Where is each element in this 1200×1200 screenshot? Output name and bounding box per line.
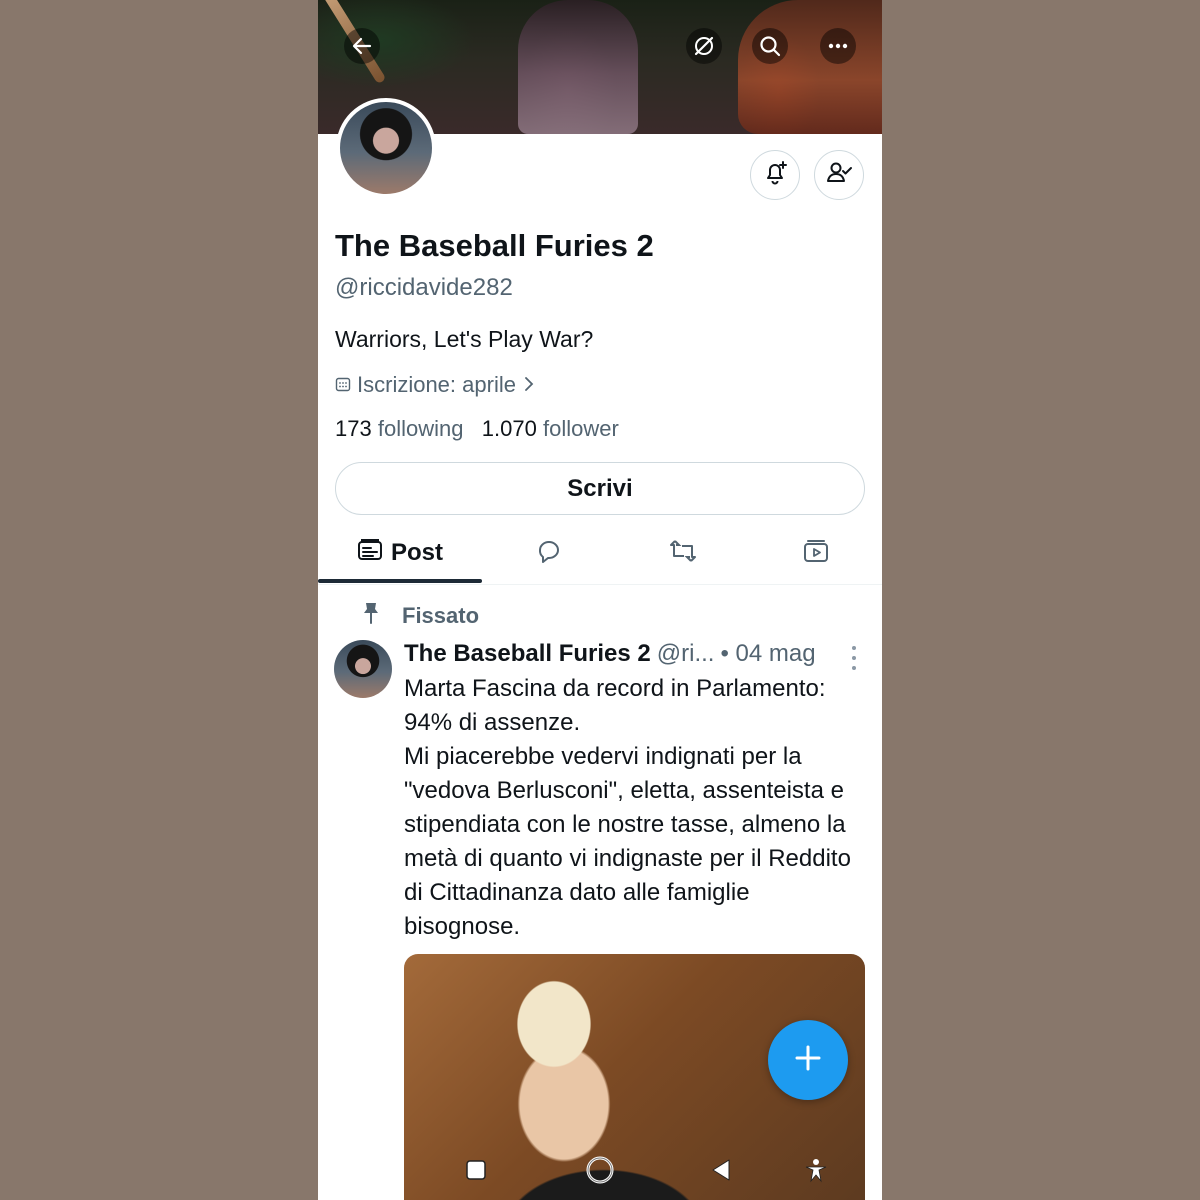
tab-reposts[interactable]: [616, 522, 750, 584]
tab-media[interactable]: [750, 522, 882, 584]
chevron-right-icon: [522, 372, 536, 398]
profile-tabs: Post: [318, 522, 882, 585]
media-icon: [802, 537, 830, 570]
followers-count: 1.070: [481, 416, 537, 441]
tweet-handle[interactable]: @ri...: [657, 640, 715, 668]
accessibility-icon[interactable]: [798, 1152, 834, 1188]
tweet-text: Marta Fascina da record in Parlamento: 9…: [404, 675, 851, 940]
reply-icon: [535, 537, 563, 570]
banner-figure: [738, 0, 882, 134]
tweet-avatar[interactable]: [334, 640, 392, 698]
following-count: 173: [335, 416, 372, 441]
followers-link[interactable]: 1.070 follower: [482, 416, 619, 441]
notifications-button[interactable]: [750, 150, 800, 200]
user-check-icon: [825, 159, 853, 192]
profile-joined[interactable]: Iscrizione: aprile: [335, 372, 536, 398]
following-button[interactable]: [814, 150, 864, 200]
bell-plus-icon: [761, 159, 789, 192]
pin-icon: [362, 602, 380, 630]
profile-bio: Warriors, Let's Play War?: [335, 326, 594, 352]
tab-post[interactable]: Post: [318, 522, 482, 584]
more-icon[interactable]: [820, 28, 856, 64]
plus-icon: [793, 1043, 823, 1078]
recent-apps-icon[interactable]: [458, 1152, 494, 1188]
tab-post-label: Post: [390, 539, 443, 566]
followers-label: follower: [542, 416, 619, 441]
following-label: following: [377, 416, 464, 441]
compose-button[interactable]: [768, 1020, 848, 1100]
tweet-author[interactable]: The Baseball Furies 2: [404, 640, 651, 668]
search-icon[interactable]: [752, 28, 788, 64]
tweet-header: The Baseball Furies 2 @ri... • 04 mag: [404, 640, 816, 668]
retweet-icon: [668, 537, 698, 570]
post-icon: [357, 537, 383, 570]
back-icon[interactable]: [704, 1152, 740, 1188]
system-navigation-bar: [318, 1140, 882, 1200]
calendar-icon: [335, 372, 351, 398]
grok-icon[interactable]: [686, 28, 722, 64]
tweet-date[interactable]: • 04 mag: [720, 640, 815, 668]
following-link[interactable]: 173 following: [335, 416, 463, 441]
profile-avatar[interactable]: [336, 98, 436, 198]
tab-replies[interactable]: [482, 522, 616, 584]
profile-handle: @riccidavide282: [335, 274, 513, 301]
home-icon[interactable]: [582, 1152, 618, 1188]
tweet-more-icon[interactable]: [846, 646, 862, 670]
profile-display-name: The Baseball Furies 2: [335, 228, 654, 263]
pinned-label-row: Fissato: [362, 602, 479, 630]
pinned-label: Fissato: [402, 603, 480, 628]
write-button[interactable]: Scrivi: [335, 462, 865, 515]
phone-screen: The Baseball Furies 2 @riccidavide282 Wa…: [318, 0, 882, 1200]
back-arrow-icon[interactable]: [344, 28, 380, 64]
follow-counts: 173 following 1.070 follower: [335, 416, 619, 442]
active-tab-indicator: [318, 579, 482, 583]
banner-figure: [518, 0, 638, 134]
joined-label: Iscrizione: aprile: [357, 372, 516, 397]
